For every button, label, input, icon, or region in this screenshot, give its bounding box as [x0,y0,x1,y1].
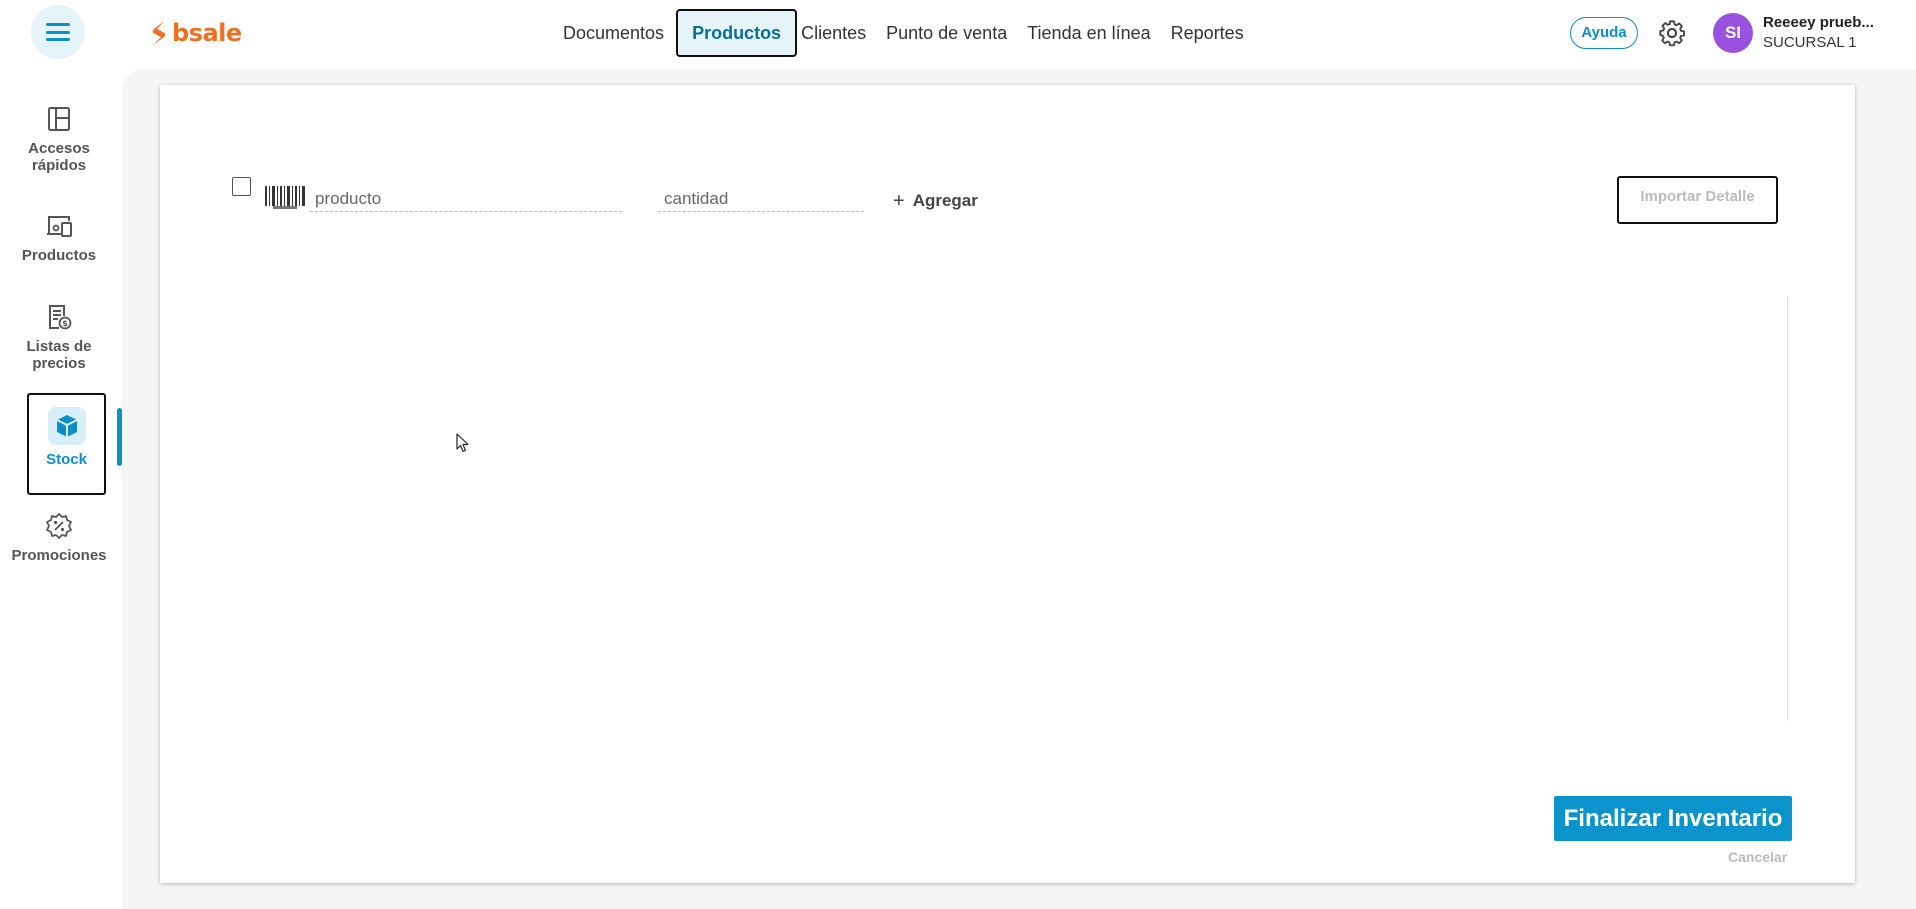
nav-reportes[interactable]: Reportes [1161,9,1254,57]
products-icon [47,216,72,237]
logo-text: bsale [172,19,242,47]
sidebar-item-label: Productos [21,247,97,264]
price-list-icon: $ [49,305,72,330]
quantity-input[interactable] [658,186,864,212]
nav-documentos[interactable]: Documentos [553,9,674,57]
mouse-cursor-icon [456,433,469,453]
nav-tienda-en-linea[interactable]: Tienda en línea [1017,9,1160,57]
sidebar-item-productos[interactable]: Productos [0,211,118,264]
sidebar-item-promociones[interactable]: Promociones [0,511,118,564]
dashboard-icon [48,107,70,131]
sidebar-item-label: precios [32,355,86,372]
product-input[interactable] [310,186,622,212]
svg-text:$: $ [62,319,68,328]
import-detail-button[interactable]: Importar Detalle [1617,176,1778,224]
sidebar-item-stock[interactable]: Stock [27,393,106,495]
plus-icon: + [893,190,905,212]
box-icon [56,415,77,437]
hamburger-menu-button[interactable] [31,5,85,59]
box-icon-wrap [47,407,86,445]
add-button[interactable]: + Agregar [893,191,978,211]
avatar[interactable]: SI [1713,13,1753,53]
sidebar-item-label: Stock [46,451,87,468]
barcode-icon[interactable] [265,186,306,210]
nav-punto-de-venta[interactable]: Punto de venta [876,9,1017,57]
sidebar-item-label: Accesos [28,140,90,157]
sidebar-item-accesos-rapidos[interactable]: Accesos rápidos [0,104,118,174]
cancel-link[interactable]: Cancelar [1728,849,1787,865]
nav-clientes[interactable]: Clientes [799,9,876,57]
finish-inventory-button[interactable]: Finalizar Inventario [1554,796,1792,841]
add-button-label: Agregar [912,191,978,210]
main-nav: Documentos Productos Clientes Punto de v… [553,9,1254,57]
user-name[interactable]: Reeeey prueb... [1763,14,1874,31]
sidebar-item-label: Promociones [11,547,107,564]
sidebar-item-label: Listas de [26,338,92,355]
sidebar-item-label: rápidos [31,157,87,174]
top-bar: bsale Documentos Productos Clientes Punt… [0,0,1916,66]
promo-icon [46,513,72,539]
sidebar: Accesos rápidos Productos $ Listas de pr… [0,66,118,909]
select-all-checkbox[interactable] [232,177,251,196]
menu-icon [46,23,70,41]
gear-icon[interactable] [1658,19,1686,47]
help-button[interactable]: Ayuda [1570,17,1638,49]
branch-name: SUCURSAL 1 [1763,34,1857,51]
bsale-logo-mark-icon [152,21,166,45]
scroll-track[interactable] [1787,297,1788,721]
sidebar-item-listas-de-precios[interactable]: $ Listas de precios [0,302,118,372]
bsale-logo[interactable]: bsale [150,18,242,48]
nav-productos[interactable]: Productos [676,9,798,57]
